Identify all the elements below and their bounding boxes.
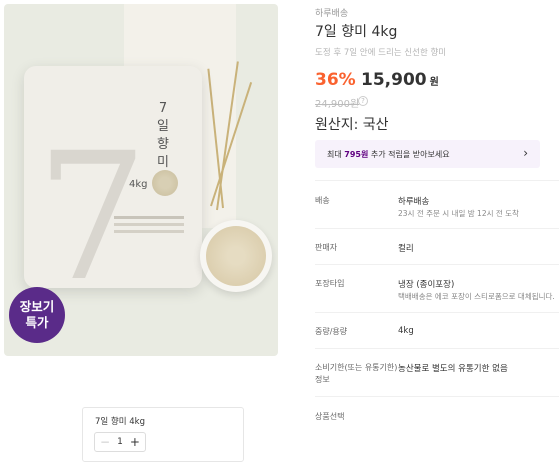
- seller-label: 판매자: [315, 243, 338, 252]
- delivery-value: 하루배송: [398, 197, 430, 207]
- weight-label: 중량/용량: [315, 327, 348, 336]
- expiry-label-2: 정보: [315, 375, 330, 384]
- seller-value: 컬리: [398, 244, 414, 254]
- original-price: 24,900원: [315, 99, 360, 110]
- bowl-rice: [206, 226, 266, 286]
- delivery-brand: 하루배송: [315, 9, 349, 19]
- option-selector: 7일 향미 4kg − 1 +: [82, 407, 244, 462]
- packaging-value: 냉장 (종이포장): [398, 280, 455, 290]
- reward-points: 795원: [344, 150, 369, 159]
- help-icon[interactable]: ?: [358, 96, 368, 106]
- discount-rate: 36%: [315, 70, 356, 90]
- expiry-value: 농산물로 별도의 유통기한 없음: [398, 364, 508, 374]
- seller-row: 판매자 컬리: [315, 228, 559, 264]
- delivery-label: 배송: [315, 196, 330, 205]
- option-name: 7일 향미 4kg: [95, 417, 145, 427]
- rice-bag: 7 7일 향미 4kg: [24, 66, 202, 288]
- promo-badge: 장보기 특가: [9, 287, 65, 343]
- rice-bowl: [200, 220, 272, 292]
- weight-value: 4kg: [398, 326, 414, 336]
- option-label: 상품선택: [315, 412, 345, 421]
- price-unit: 원: [429, 77, 439, 88]
- bag-numeral: 7: [36, 115, 148, 289]
- bag-grain-window: [152, 170, 178, 196]
- quantity-stepper: − 1 +: [94, 432, 146, 452]
- product-title: 7일 향미 4kg: [315, 24, 398, 40]
- reward-suffix: 추가 적립을 받아보세요: [368, 150, 450, 159]
- expiry-row: 소비기한(또는 유통기한) 농산물로 별도의 유통기한 없음 정보: [315, 348, 559, 396]
- delivery-note: 23시 전 주문 시 내일 밤 12시 전 도착: [398, 209, 519, 218]
- bag-title: 7일 향미: [157, 101, 169, 170]
- reward-banner[interactable]: 최대 795원 추가 적립을 받아보세요 ›: [315, 140, 540, 168]
- quantity-value: 1: [117, 437, 123, 447]
- weight-row: 중량/용량 4kg: [315, 312, 559, 348]
- minus-button[interactable]: −: [100, 435, 110, 449]
- packaging-row: 포장타입 냉장 (종이포장) 택배배송은 에코 포장이 스티로폼으로 대체됩니다…: [315, 264, 559, 312]
- reward-text: 최대 795원 추가 적립을 받아보세요: [327, 149, 450, 160]
- delivery-row: 배송 하루배송 23시 전 주문 시 내일 밤 12시 전 도착: [315, 180, 559, 228]
- plus-button[interactable]: +: [130, 435, 140, 449]
- packaging-note: 택배배송은 에코 포장이 스티로폼으로 대체됩니다.: [398, 292, 555, 301]
- bag-fine-print: [114, 216, 184, 219]
- reward-prefix: 최대: [327, 150, 345, 159]
- expiry-label: 소비기한(또는 유통기한): [315, 363, 398, 372]
- product-subtitle: 도정 후 7일 안에 드리는 신선한 향미: [315, 48, 447, 58]
- bag-weight: 4kg: [129, 179, 148, 190]
- sale-price-value: 15,900: [361, 70, 427, 90]
- origin: 원산지: 국산: [315, 117, 389, 133]
- sale-price: 15,900 원: [361, 70, 439, 90]
- option-row: 상품선택: [315, 396, 559, 469]
- chevron-right-icon: ›: [523, 146, 528, 160]
- packaging-label: 포장타입: [315, 279, 345, 288]
